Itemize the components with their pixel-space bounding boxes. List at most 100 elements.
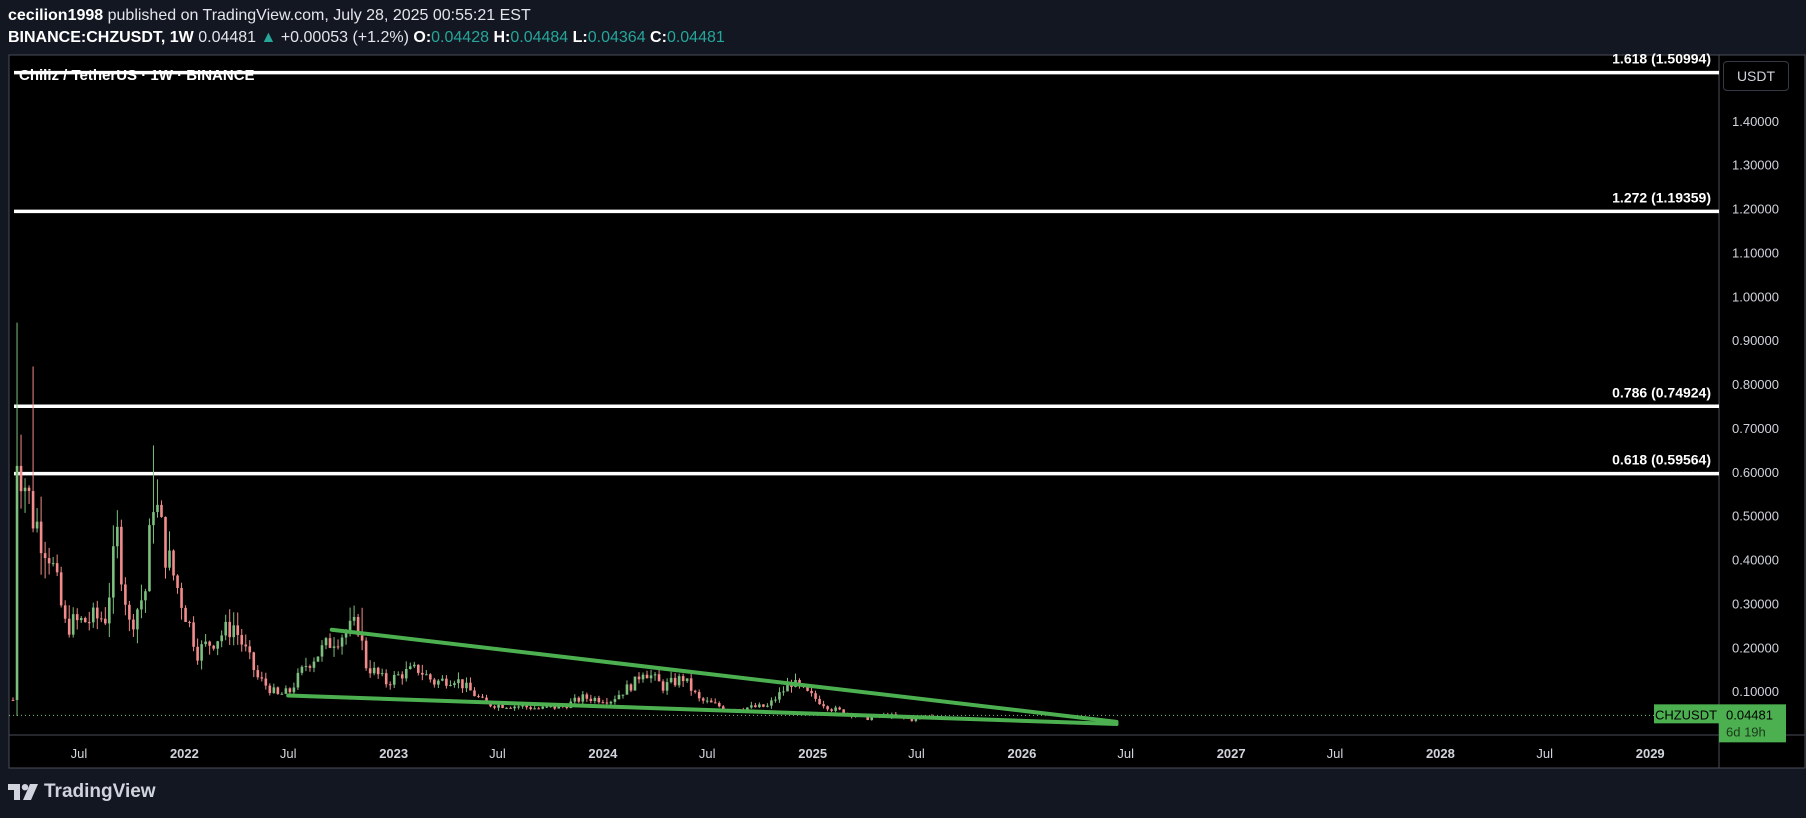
candle-body [232,625,236,638]
candle-body [244,644,248,647]
candle-body [192,622,195,647]
candle-body [180,587,183,608]
candle-body [529,707,532,710]
candle-body [766,705,769,707]
price-chart[interactable]: 0.10000 0.20000 0.30000 0.40000 0.50000 0.600… [0,0,1806,818]
candle-body [585,694,589,699]
candle-body [810,690,813,694]
candle-body [352,616,356,621]
candle-body [380,673,384,675]
candle-body [870,717,874,720]
candle-body [27,487,31,492]
candle-body [164,516,167,568]
candle-body [224,621,227,636]
candle-body [629,684,633,691]
candle-body [657,674,661,682]
candle-body [605,702,609,704]
candle-body [132,619,135,630]
candle-body [429,674,432,680]
candle-body [196,646,199,661]
candle-body [661,681,665,691]
candle-body [477,696,480,698]
candle-body [116,526,119,547]
candle-body [545,706,549,708]
candle-body [79,618,83,621]
candle-body [368,668,372,674]
candle-body [581,694,585,702]
candle-body [260,677,264,679]
y-tick-label: 1.40000 [1732,114,1779,129]
x-tick-label: 2024 [588,746,618,761]
candle-body [461,679,464,689]
candle-body [677,676,681,686]
footer: TradingView [8,781,156,803]
candle-body [416,664,420,673]
candle-body [376,667,380,675]
candle-body [324,638,328,646]
candle-body [717,703,721,707]
currency-button[interactable]: USDT [1723,61,1789,91]
candle-body [272,687,276,694]
candle-body [814,693,817,699]
tradingview-logo-icon[interactable] [8,784,38,800]
candle-body [300,666,304,673]
candle-body [625,684,629,695]
y-tick-label: 0.50000 [1732,509,1779,524]
candle-body [188,621,191,623]
candle-body [252,652,256,671]
candle-body [693,690,697,693]
candle-body [140,600,143,610]
candle-body [826,706,829,710]
candle-body [168,550,171,568]
candle-body [830,709,833,711]
symbol-price-tag-label: CHZUSDT [1655,707,1717,722]
candle-body [709,700,713,703]
fib-level-label: 1.272 (1.19359) [1612,189,1711,205]
candle-body [23,487,27,492]
candle-body [609,701,613,704]
candle-body [681,676,685,682]
candle-body [248,646,252,653]
candle-body [665,682,669,691]
candle-body [268,685,272,694]
candle-body [63,605,67,619]
candle-body [67,618,71,635]
x-tick-label: Jul [489,746,506,761]
candle-body [838,707,841,710]
candle-body [633,676,637,691]
bar-countdown: 6d 19h [1726,724,1766,739]
candle-body [364,640,368,669]
x-tick-label: 2025 [798,746,827,761]
candle-body [312,661,316,668]
candle-body [55,563,59,573]
candle-body [505,707,508,709]
time-axis[interactable] [8,734,1720,769]
candle-body [697,692,701,699]
fib-level-label: 1.618 (1.50994) [1612,51,1711,67]
candle-body [713,702,717,704]
candle-body [11,699,15,701]
candle-body [517,706,520,708]
x-tick-label: Jul [71,746,88,761]
candle-body [372,667,376,674]
candle-body [750,705,753,708]
y-tick-label: 0.70000 [1732,421,1779,436]
candle-body [112,546,115,598]
x-tick-label: 2023 [379,746,408,761]
candle-body [15,465,19,700]
candle-body [87,622,91,624]
x-tick-label: 2029 [1636,746,1665,761]
y-tick-label: 1.20000 [1732,202,1779,217]
candle-body [220,635,223,642]
y-tick-label: 1.00000 [1732,289,1779,304]
candle-body [421,672,424,675]
tradingview-brand[interactable]: TradingView [44,781,156,803]
candle-body [617,694,621,700]
x-tick-label: 2027 [1217,746,1246,761]
candle-body [51,563,55,565]
candle-body [212,645,215,649]
plot-area[interactable] [8,54,1720,736]
candle-body [184,607,187,622]
candle-body [292,687,296,693]
candle-body [685,678,689,682]
